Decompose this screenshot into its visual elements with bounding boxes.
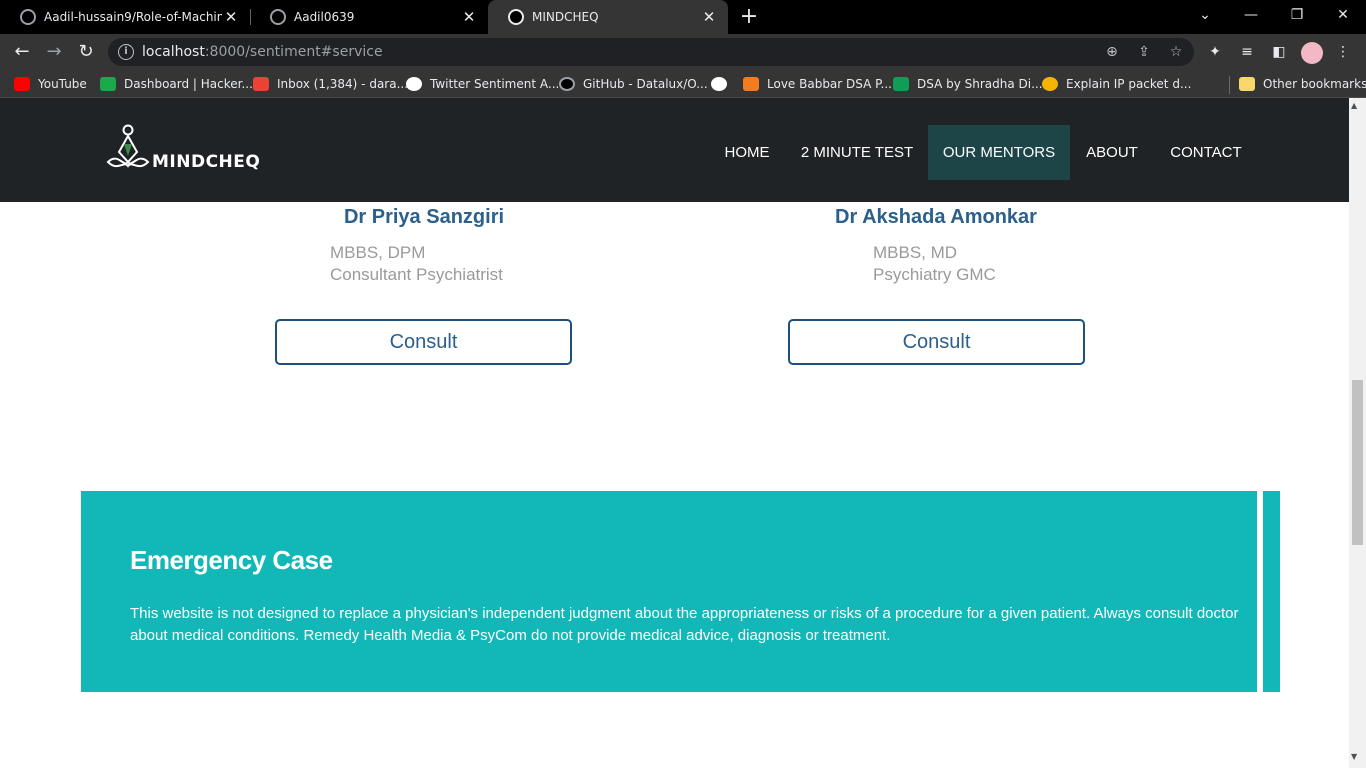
emergency-banner: Emergency Case This website is not desig… [81, 491, 1257, 692]
gmail-icon [253, 77, 269, 91]
bookmark-github-datalux[interactable]: GitHub - Datalux/O... [559, 74, 708, 94]
profile-avatar[interactable] [1301, 42, 1323, 64]
emergency-side-panel [1263, 491, 1280, 692]
minimize-icon[interactable]: — [1228, 0, 1274, 30]
bookmark-globe[interactable] [711, 74, 735, 94]
medium-icon [406, 77, 422, 91]
bookmark-label: Love Babbar DSA P... [767, 77, 892, 91]
url-host: localhost [142, 44, 205, 60]
bookmarks-bar: YouTube Dashboard | Hacker... Inbox (1,3… [0, 70, 1366, 98]
mentor-degree: MBBS, MD [873, 243, 958, 262]
browser-tab-2[interactable]: Aadil0639 ✕ [250, 0, 488, 34]
site-info-icon[interactable]: i [118, 44, 134, 60]
bookmark-label: Inbox (1,384) - dara... [277, 77, 409, 91]
globe-icon [508, 9, 524, 25]
nav-home[interactable]: HOME [711, 125, 783, 180]
bookmark-ip-packet[interactable]: Explain IP packet d... [1042, 74, 1191, 94]
browser-tab-1[interactable]: Aadil-hussain9/Role-of-Machine- ✕ [0, 0, 250, 34]
globe-icon [711, 77, 727, 91]
bookmark-label: YouTube [38, 77, 87, 91]
github-icon [20, 9, 36, 25]
bookmark-hackerrank[interactable]: Dashboard | Hacker... [100, 74, 253, 94]
back-arrow-icon[interactable]: ← [9, 39, 35, 65]
reading-list-icon[interactable]: ≡ [1237, 42, 1257, 62]
page-viewport: MINDCHEQ HOME 2 MINUTE TEST OUR MENTORS … [0, 98, 1349, 768]
forward-arrow-icon[interactable]: → [41, 39, 67, 65]
scroll-down-arrow-icon[interactable]: ▼ [1351, 752, 1357, 761]
bookmark-youtube[interactable]: YouTube [14, 74, 87, 94]
bookmark-dsa-shradha[interactable]: DSA by Shradha Di... [893, 74, 1043, 94]
meditation-logo-icon [106, 124, 150, 168]
browser-toolbar: ← → ↻ i localhost:8000/sentiment#service… [0, 34, 1366, 70]
tab-title: MINDCHEQ [532, 10, 599, 24]
tab-title: Aadil0639 [294, 10, 355, 24]
github-icon [559, 77, 575, 91]
nav-contact[interactable]: CONTACT [1158, 125, 1254, 180]
url-path: :8000/sentiment#service [204, 44, 383, 60]
new-tab-button[interactable]: + [738, 4, 760, 30]
mentor-role: Consultant Psychiatrist [330, 265, 503, 284]
folder-icon [1239, 77, 1255, 91]
zoom-icon[interactable]: ⊕ [1102, 42, 1122, 62]
bookmark-label: DSA by Shradha Di... [917, 77, 1043, 91]
bookmark-star-icon[interactable]: ☆ [1166, 42, 1186, 62]
logo-text: MINDCHEQ [152, 152, 261, 172]
restore-icon[interactable]: ❐ [1274, 0, 1320, 30]
sheets-icon [893, 77, 909, 91]
bookmark-label: Dashboard | Hacker... [124, 77, 253, 91]
tab-search-icon[interactable]: ⌄ [1182, 0, 1228, 30]
youtube-icon [14, 77, 30, 91]
site-logo[interactable]: MINDCHEQ [106, 122, 260, 172]
browser-tab-active[interactable]: MINDCHEQ ✕ [488, 0, 728, 34]
scroll-up-arrow-icon[interactable]: ▲ [1351, 101, 1357, 110]
bookmark-twitter-sentiment[interactable]: Twitter Sentiment A... [406, 74, 559, 94]
close-tab-icon[interactable]: ✕ [700, 8, 718, 26]
browser-tab-strip: Aadil-hussain9/Role-of-Machine- ✕ Aadil0… [0, 0, 1366, 34]
share-icon[interactable]: ⇪ [1134, 42, 1154, 62]
emergency-text: This website is not designed to replace … [130, 605, 1239, 644]
hackerrank-icon [100, 77, 116, 91]
tab-title: Aadil-hussain9/Role-of-Machine- [44, 10, 222, 24]
bookmark-label: Twitter Sentiment A... [430, 77, 560, 91]
bookmark-label: GitHub - Datalux/O... [583, 77, 708, 91]
codestudio-icon [743, 77, 759, 91]
reload-icon[interactable]: ↻ [73, 39, 99, 65]
mentor-name: Dr Akshada Amonkar [835, 206, 1037, 228]
consult-button[interactable]: Consult [275, 319, 572, 365]
nav-about[interactable]: ABOUT [1076, 125, 1148, 180]
close-tab-icon[interactable]: ✕ [460, 8, 478, 26]
menu-kebab-icon[interactable]: ⋮ [1333, 42, 1353, 62]
bookmarks-divider [1229, 76, 1230, 94]
site-navbar: MINDCHEQ HOME 2 MINUTE TEST OUR MENTORS … [0, 98, 1349, 202]
emergency-title: Emergency Case [130, 545, 333, 575]
other-bookmarks-label: Other bookmarks [1263, 77, 1366, 91]
extensions-icon[interactable]: ✦ [1205, 42, 1225, 62]
close-tab-icon[interactable]: ✕ [222, 8, 240, 26]
bookmark-love-babbar[interactable]: Love Babbar DSA P... [743, 74, 892, 94]
mentor-degree: MBBS, DPM [330, 243, 426, 262]
github-icon [270, 9, 286, 25]
address-bar[interactable]: i localhost:8000/sentiment#service ⊕ ⇪ ☆ [108, 38, 1194, 66]
headset-icon [1042, 77, 1058, 91]
bookmark-gmail[interactable]: Inbox (1,384) - dara... [253, 74, 408, 94]
mentor-role: Psychiatry GMC [873, 265, 996, 284]
other-bookmarks[interactable]: Other bookmarks [1239, 74, 1366, 94]
scrollbar-thumb[interactable] [1352, 380, 1363, 545]
mentor-name: Dr Priya Sanzgiri [343, 206, 505, 228]
side-panel-icon[interactable]: ◧ [1269, 42, 1289, 62]
close-window-icon[interactable]: ✕ [1320, 0, 1366, 30]
consult-button[interactable]: Consult [788, 319, 1085, 365]
url-text[interactable]: localhost:8000/sentiment#service [142, 44, 383, 60]
bookmark-label: Explain IP packet d... [1066, 77, 1192, 91]
nav-2-minute-test[interactable]: 2 MINUTE TEST [791, 125, 923, 180]
nav-our-mentors[interactable]: OUR MENTORS [928, 125, 1070, 180]
